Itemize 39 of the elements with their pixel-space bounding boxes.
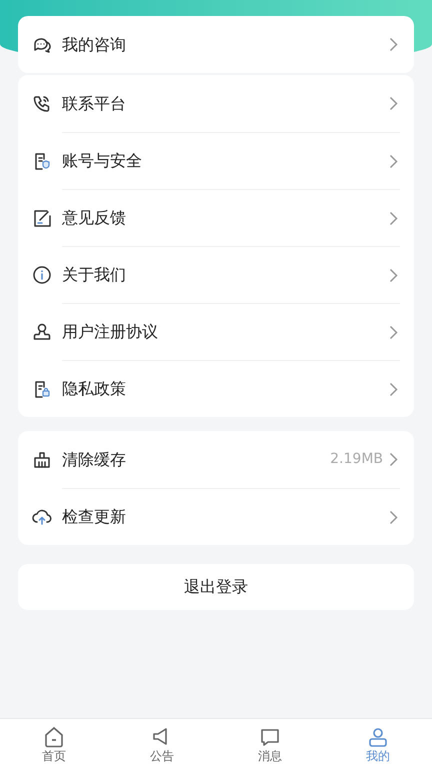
phone-icon (32, 94, 52, 114)
nav-tab[interactable]: 公告 (108, 719, 216, 768)
user-stamp-icon (32, 322, 52, 342)
chevron-right-icon (389, 268, 398, 282)
chevron-right-icon (389, 96, 398, 111)
home-icon (42, 724, 66, 748)
cache-size: 2.19MB (330, 450, 383, 469)
menu-item-label: 我的咨询 (62, 34, 127, 56)
menu-item[interactable]: 检查更新 (62, 488, 400, 545)
menu-item[interactable]: 我的咨询 (32, 16, 400, 73)
chevron-right-icon (389, 37, 398, 52)
info-icon (32, 265, 52, 285)
chevron-right-icon (389, 510, 398, 524)
nav-tab[interactable]: 首页 (0, 719, 108, 768)
chevron-right-icon (389, 324, 398, 340)
menu-item[interactable]: 用户注册协议 (62, 303, 400, 360)
menu-item-label: 意见反馈 (62, 207, 127, 229)
menu-item[interactable]: 清除缓存 2.19MB (32, 431, 400, 488)
chevron-right-icon (389, 382, 398, 396)
menu-item[interactable]: 意见反馈 (62, 189, 400, 246)
chevron-right-icon (389, 210, 398, 226)
menu-item[interactable]: 账号与安全 (62, 132, 400, 189)
edit-note-icon (32, 208, 52, 228)
chevron-right-icon (389, 154, 398, 168)
logout-button[interactable]: 退出登录 (18, 564, 414, 610)
menu-item-label: 联系平台 (62, 92, 127, 114)
menu-item-label: 用户注册协议 (62, 321, 159, 343)
menu-item-label: 清除缓存 (62, 448, 127, 470)
broom-icon (32, 450, 52, 470)
menu-item[interactable]: 隐私政策 (62, 360, 400, 417)
nav-tab[interactable]: 消息 (216, 719, 324, 768)
menu-item-label: 账号与安全 (62, 150, 143, 172)
menu-item[interactable]: 关于我们 (62, 246, 400, 303)
menu-item-label: 关于我们 (62, 264, 127, 286)
chevron-right-icon (389, 452, 398, 467)
menu-item[interactable]: 联系平台 (32, 75, 400, 132)
menu-item-label: 隐私政策 (62, 378, 127, 400)
menu-item-label: 检查更新 (62, 506, 127, 528)
cloud-upload-icon (32, 507, 52, 527)
